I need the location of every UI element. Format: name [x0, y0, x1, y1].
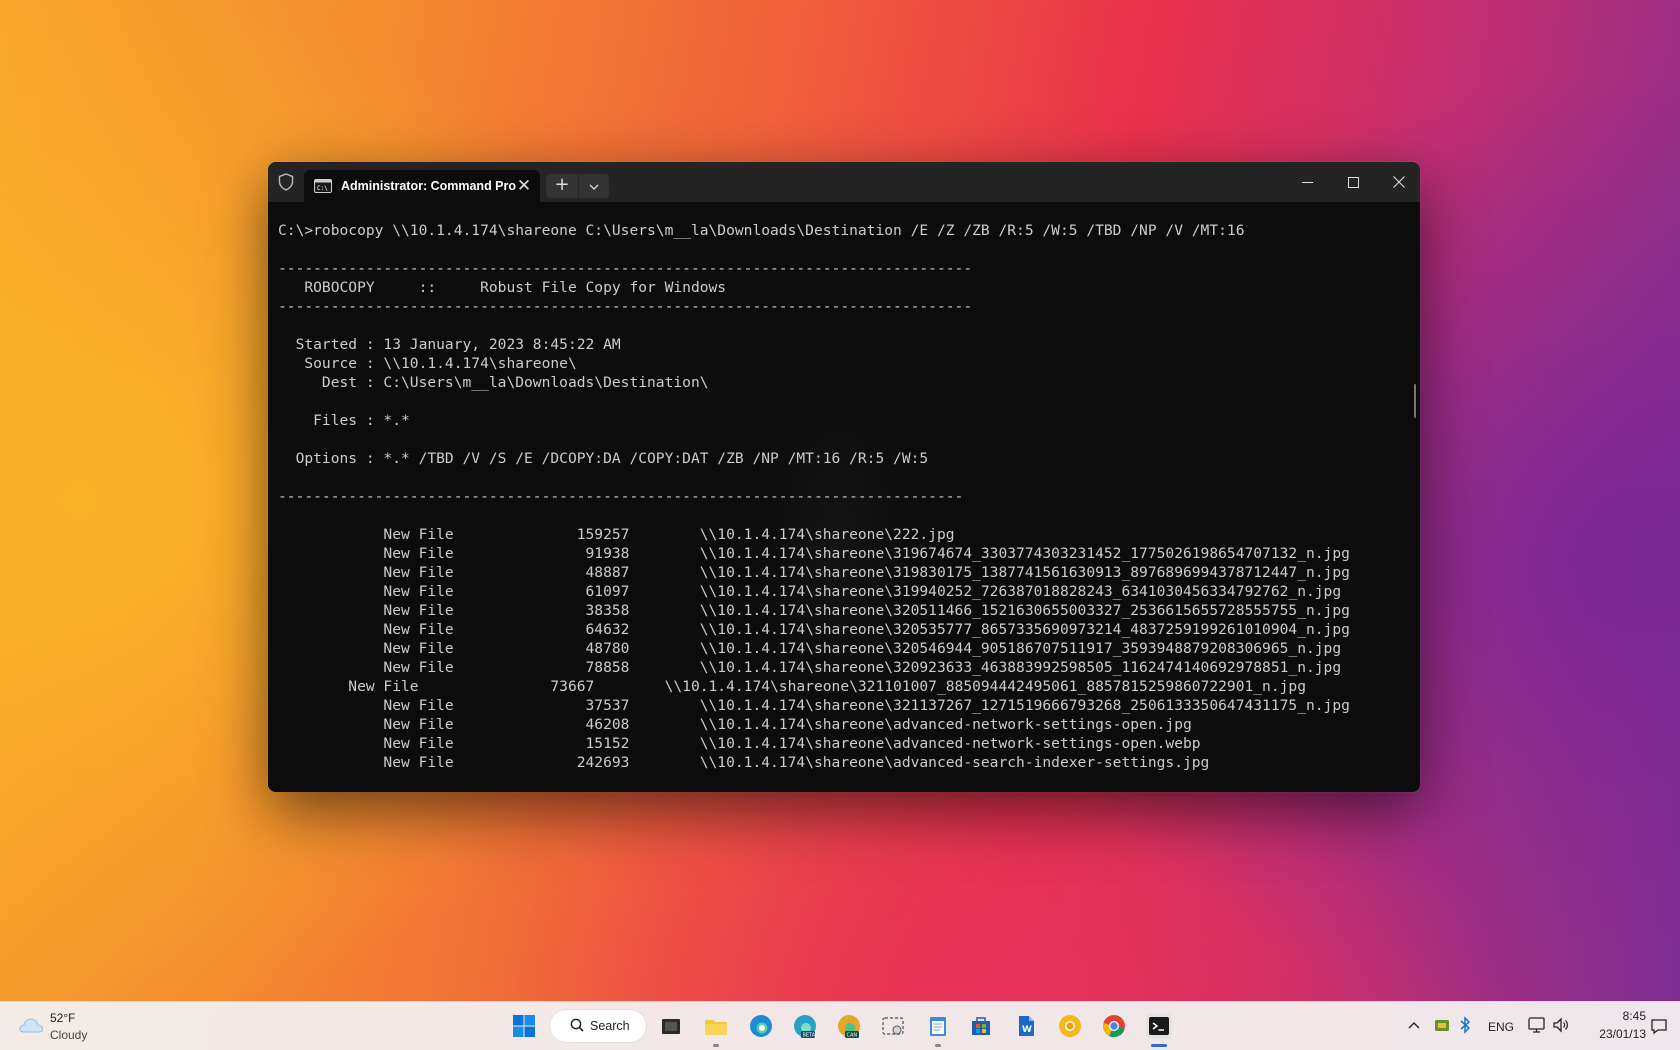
- minimize-icon: [1301, 181, 1313, 183]
- svg-text:CAN: CAN: [847, 1033, 858, 1039]
- terminal-line: New File 61097 \\10.1.4.174\shareone\319…: [278, 583, 1342, 600]
- terminal-line: Options : *.* /TBD /V /S /E /DCOPY:DA /C…: [278, 450, 929, 467]
- running-indicator: [713, 1044, 719, 1047]
- chevron-up-icon[interactable]: [1406, 1015, 1422, 1035]
- terminal-line: New File 48780 \\10.1.4.174\shareone\320…: [278, 640, 1342, 657]
- svg-text:BETA: BETA: [803, 1033, 816, 1039]
- close-window-button[interactable]: [1376, 162, 1420, 202]
- close-icon: [1393, 176, 1405, 188]
- title-bar: C:\ Administrator: Command Pro ✕ +: [268, 162, 1420, 202]
- network-icon[interactable]: [1528, 1016, 1548, 1034]
- terminal-output[interactable]: C:\>robocopy \\10.1.4.174\shareone C:\Us…: [268, 202, 1420, 792]
- terminal-line: C:\>robocopy \\10.1.4.174\shareone C:\Us…: [278, 222, 1245, 239]
- weather-temperature: 52°F: [50, 1011, 76, 1025]
- command-prompt-icon: C:\: [314, 179, 332, 193]
- svg-text:W: W: [1022, 1025, 1032, 1035]
- taskbar: 52°F Cloudy Search BETA CAN W ENG 8:45 2…: [0, 1001, 1680, 1050]
- search-label: Search: [590, 1019, 630, 1033]
- clock-date[interactable]: 23/01/13: [1588, 1027, 1646, 1041]
- notepad-icon[interactable]: [925, 1013, 951, 1039]
- terminal-line: ----------------------------------------…: [278, 298, 973, 315]
- weather-condition: Cloudy: [50, 1028, 88, 1042]
- language-indicator[interactable]: ENG: [1488, 1020, 1514, 1034]
- clock-time[interactable]: 8:45: [1602, 1009, 1646, 1023]
- terminal-line: New File 48887 \\10.1.4.174\shareone\319…: [278, 564, 1350, 581]
- terminal-line: New File 78858 \\10.1.4.174\shareone\320…: [278, 659, 1342, 676]
- terminal-text: C:\>robocopy \\10.1.4.174\shareone C:\Us…: [278, 202, 1420, 772]
- maximize-button[interactable]: [1330, 162, 1376, 202]
- task-view-icon[interactable]: [658, 1013, 684, 1039]
- search-icon: [570, 1018, 584, 1032]
- tray-app-icon[interactable]: [1434, 1017, 1450, 1033]
- terminal-line: New File 37537 \\10.1.4.174\shareone\321…: [278, 697, 1350, 714]
- active-app-indicator: [1151, 1044, 1167, 1047]
- terminal-line: New File 46208 \\10.1.4.174\shareone\adv…: [278, 716, 1192, 733]
- chevron-down-icon: [589, 184, 599, 190]
- running-indicator: [935, 1044, 941, 1047]
- volume-icon[interactable]: [1552, 1016, 1570, 1034]
- edge-icon[interactable]: [748, 1013, 774, 1039]
- terminal-line: Files : *.*: [278, 412, 410, 429]
- tab-command-prompt[interactable]: C:\ Administrator: Command Pro ✕: [304, 170, 540, 202]
- terminal-line: Source : \\10.1.4.174\shareone\: [278, 355, 577, 372]
- scrollbar-thumb[interactable]: [1414, 384, 1416, 418]
- bluetooth-icon[interactable]: [1458, 1016, 1472, 1034]
- maximize-icon: [1347, 176, 1359, 188]
- chrome-canary-icon[interactable]: [1057, 1013, 1083, 1039]
- terminal-line: New File 73667 \\10.1.4.174\shareone\321…: [278, 678, 1306, 695]
- taskbar-search[interactable]: Search: [550, 1010, 646, 1042]
- terminal-window: C:\ Administrator: Command Pro ✕ + C:\>r…: [268, 162, 1420, 792]
- minimize-button[interactable]: [1284, 162, 1330, 202]
- tab-title: Administrator: Command Pro: [341, 179, 517, 193]
- svg-text:C:\: C:\: [317, 185, 328, 192]
- chrome-icon[interactable]: [1101, 1013, 1127, 1039]
- terminal-line: ----------------------------------------…: [278, 260, 973, 277]
- terminal-line: Dest : C:\Users\m__la\Downloads\Destinat…: [278, 374, 709, 391]
- cloud-icon: [19, 1018, 44, 1033]
- new-tab-button[interactable]: +: [546, 174, 578, 198]
- notification-icon[interactable]: [1650, 1017, 1668, 1035]
- terminal-line: ROBOCOPY :: Robust File Copy for Windows: [278, 279, 727, 296]
- word-document-icon[interactable]: W: [1013, 1013, 1039, 1039]
- terminal-line: New File 15152 \\10.1.4.174\shareone\adv…: [278, 735, 1201, 752]
- terminal-icon[interactable]: [1146, 1013, 1172, 1039]
- terminal-line: New File 242693 \\10.1.4.174\shareone\ad…: [278, 754, 1210, 771]
- terminal-line: ----------------------------------------…: [278, 488, 964, 505]
- terminal-line: Started : 13 January, 2023 8:45:22 AM: [278, 336, 621, 353]
- snipping-tool-icon[interactable]: [880, 1013, 906, 1039]
- close-tab-icon[interactable]: ✕: [516, 178, 532, 195]
- terminal-line: New File 159257 \\10.1.4.174\shareone\22…: [278, 526, 955, 543]
- terminal-line: New File 91938 \\10.1.4.174\shareone\319…: [278, 545, 1350, 562]
- weather-widget[interactable]: 52°F Cloudy: [18, 1010, 108, 1044]
- terminal-line: New File 38358 \\10.1.4.174\shareone\320…: [278, 602, 1350, 619]
- edge-canary-icon[interactable]: CAN: [836, 1013, 862, 1039]
- start-windows-icon[interactable]: [511, 1013, 537, 1039]
- file-explorer-icon[interactable]: [703, 1013, 729, 1039]
- microsoft-store-icon[interactable]: [968, 1013, 994, 1039]
- terminal-line: New File 64632 \\10.1.4.174\shareone\320…: [278, 621, 1350, 638]
- shield-icon: [278, 173, 294, 191]
- tab-dropdown-button[interactable]: [579, 174, 609, 198]
- edge-beta-icon[interactable]: BETA: [792, 1013, 818, 1039]
